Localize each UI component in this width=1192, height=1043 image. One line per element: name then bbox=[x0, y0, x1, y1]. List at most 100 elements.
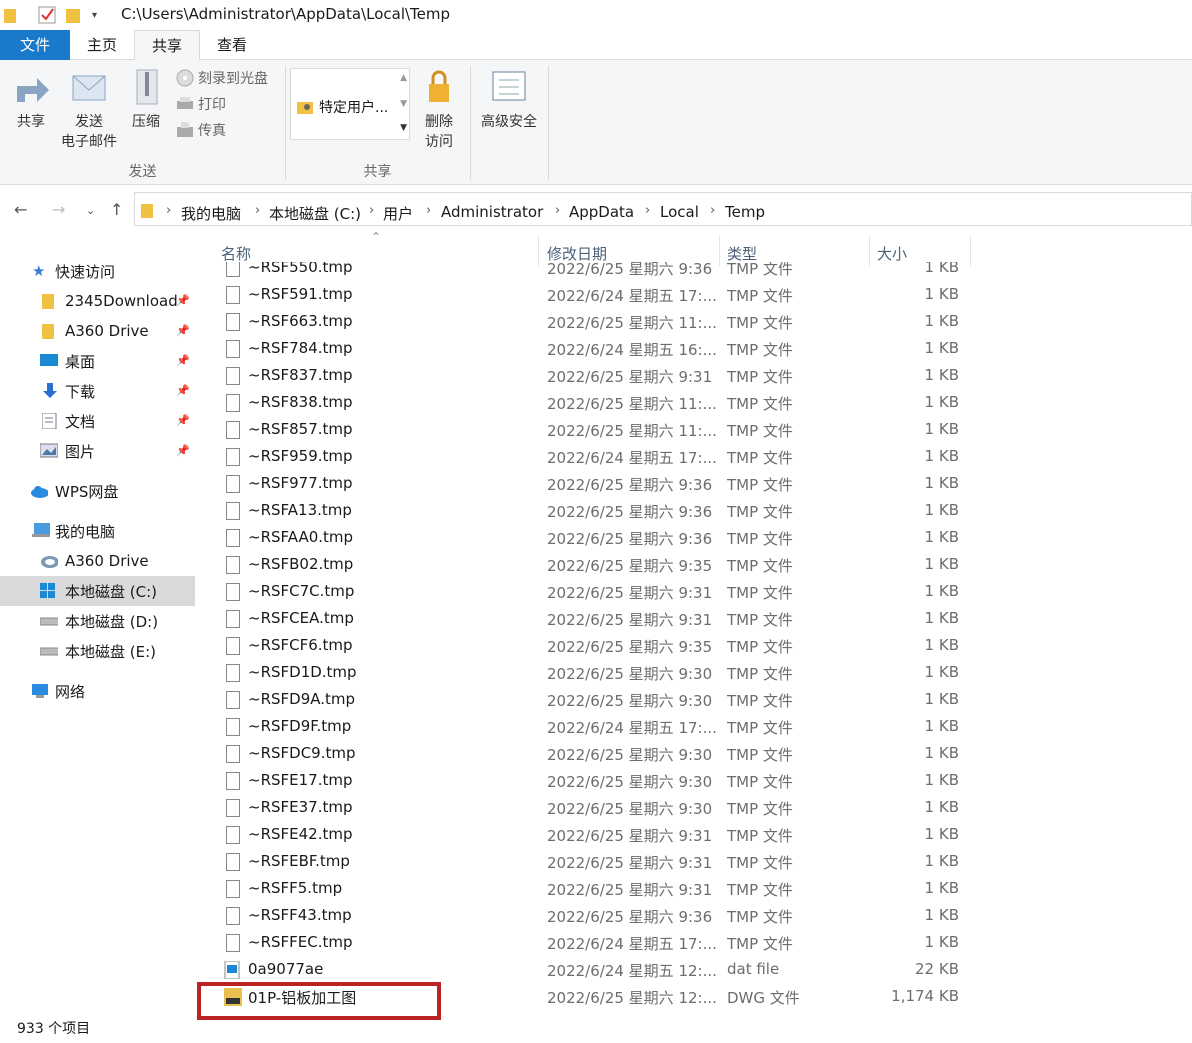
breadcrumb-temp[interactable]: Temp bbox=[725, 203, 765, 221]
recent-locations-icon[interactable]: ⌄ bbox=[86, 204, 95, 217]
file-size: 22 KB bbox=[915, 960, 959, 978]
file-row[interactable]: ~RSF857.tmp 2022/6/25 星期六 11:... TMP 文件 1 K… bbox=[214, 417, 974, 444]
column-type[interactable]: 类型 bbox=[727, 243, 757, 264]
file-row[interactable]: ~RSF838.tmp 2022/6/25 星期六 11:... TMP 文件 1 K… bbox=[214, 390, 974, 417]
file-row[interactable]: ~RSFAA0.tmp 2022/6/25 星期六 9:36 TMP 文件 1 KB bbox=[214, 525, 974, 552]
file-row[interactable]: ~RSFA13.tmp 2022/6/25 星期六 9:36 TMP 文件 1 KB bbox=[214, 498, 974, 525]
file-name: 01P-铝板加工图 bbox=[248, 989, 357, 1007]
column-date[interactable]: 修改日期 bbox=[547, 243, 607, 264]
customize-qat-icon[interactable]: ▾ bbox=[92, 6, 97, 24]
nav-wps-cloud[interactable]: WPS网盘 bbox=[0, 476, 195, 506]
breadcrumb-this-pc[interactable]: 我的电脑 bbox=[181, 203, 241, 224]
nav-drive-d[interactable]: 本地磁盘 (D:) bbox=[0, 606, 195, 636]
file-row[interactable]: ~RSFD9F.tmp 2022/6/24 星期五 17:... TMP 文件 1 K… bbox=[214, 714, 974, 741]
expand-list-icon[interactable]: ▼ bbox=[400, 123, 407, 133]
breadcrumb-local[interactable]: Local bbox=[660, 203, 699, 221]
file-row[interactable]: ~RSFB02.tmp 2022/6/25 星期六 9:35 TMP 文件 1 KB bbox=[214, 552, 974, 579]
zip-button[interactable]: 压缩 bbox=[124, 68, 168, 132]
file-row[interactable]: ~RSFF5.tmp 2022/6/25 星期六 9:31 TMP 文件 1 KB bbox=[214, 876, 974, 903]
tab-file[interactable]: 文件 bbox=[0, 30, 70, 60]
file-row[interactable]: ~RSFDC9.tmp 2022/6/25 星期六 9:30 TMP 文件 1 KB bbox=[214, 741, 974, 768]
tmp-file-icon bbox=[226, 934, 240, 952]
nav-item-desktop[interactable]: 桌面 📌 bbox=[0, 346, 195, 376]
fax-button[interactable]: 传真 bbox=[176, 120, 226, 140]
file-row[interactable]: ~RSFFEC.tmp 2022/6/24 星期五 17:... TMP 文件 1 K… bbox=[214, 930, 974, 957]
cloud-icon bbox=[31, 486, 48, 498]
up-arrow-icon[interactable]: ↑ bbox=[110, 200, 123, 219]
file-row[interactable]: ~RSFE42.tmp 2022/6/25 星期六 9:31 TMP 文件 1 KB bbox=[214, 822, 974, 849]
file-row[interactable]: 0a9077ae 2022/6/24 星期五 12:... dat file 22 K… bbox=[214, 957, 974, 984]
tmp-file-icon bbox=[226, 475, 240, 493]
file-date: 2022/6/24 星期五 17:... bbox=[547, 719, 717, 737]
share-button[interactable]: 共享 bbox=[6, 68, 56, 132]
file-row[interactable]: ~RSF837.tmp 2022/6/25 星期六 9:31 TMP 文件 1 KB bbox=[214, 363, 974, 390]
file-row[interactable]: ~RSFE37.tmp 2022/6/25 星期六 9:30 TMP 文件 1 KB bbox=[214, 795, 974, 822]
file-row[interactable]: 01P-铝板加工图 2022/6/25 星期六 12:... DWG 文件 1,174… bbox=[214, 984, 974, 1011]
share-with-list[interactable]: 特定用户... ▲ ▼ ▼ bbox=[290, 68, 410, 140]
nav-item-2345download[interactable]: 2345Download 📌 bbox=[0, 286, 195, 316]
pin-icon[interactable]: 📌 bbox=[176, 444, 190, 457]
tab-view[interactable]: 查看 bbox=[200, 30, 264, 60]
file-size: 1 KB bbox=[924, 582, 959, 600]
pin-icon[interactable]: 📌 bbox=[176, 414, 190, 427]
remove-label-1: 删除 bbox=[425, 114, 453, 130]
file-row[interactable]: ~RSF784.tmp 2022/6/24 星期五 16:... TMP 文件 1 K… bbox=[214, 336, 974, 363]
file-row[interactable]: ~RSFF43.tmp 2022/6/25 星期六 9:36 TMP 文件 1 KB bbox=[214, 903, 974, 930]
tab-share[interactable]: 共享 bbox=[134, 30, 200, 61]
nav-this-pc[interactable]: 我的电脑 bbox=[0, 516, 195, 546]
nav-quick-access[interactable]: ★ 快速访问 bbox=[0, 256, 195, 286]
folder-icon bbox=[141, 204, 153, 218]
file-row[interactable]: ~RSFD9A.tmp 2022/6/25 星期六 9:30 TMP 文件 1 KB bbox=[214, 687, 974, 714]
file-row[interactable]: ~RSF550.tmp 2022/6/25 星期六 9:36 TMP 文件 1 KB bbox=[214, 262, 974, 282]
email-label-1: 发送 bbox=[75, 114, 103, 130]
email-button[interactable]: 发送 电子邮件 bbox=[58, 68, 120, 152]
file-row[interactable]: ~RSF977.tmp 2022/6/25 星期六 9:36 TMP 文件 1 KB bbox=[214, 471, 974, 498]
address-box[interactable]: › 我的电脑 › 本地磁盘 (C:) › 用户 › Administrator … bbox=[134, 192, 1192, 226]
column-size[interactable]: 大小 bbox=[877, 243, 907, 264]
scroll-up-icon[interactable]: ▲ bbox=[400, 73, 407, 83]
file-row[interactable]: ~RSFE17.tmp 2022/6/25 星期六 9:30 TMP 文件 1 KB bbox=[214, 768, 974, 795]
tmp-file-icon bbox=[226, 637, 240, 655]
tab-home[interactable]: 主页 bbox=[70, 30, 134, 60]
scroll-down-icon[interactable]: ▼ bbox=[400, 99, 407, 109]
new-folder-icon[interactable] bbox=[66, 6, 80, 24]
nav-drive-c[interactable]: 本地磁盘 (C:) bbox=[0, 576, 195, 606]
remove-access-button[interactable]: 删除 访问 bbox=[416, 68, 462, 152]
file-row[interactable]: ~RSF959.tmp 2022/6/24 星期五 17:... TMP 文件 1 K… bbox=[214, 444, 974, 471]
file-row[interactable]: ~RSFD1D.tmp 2022/6/25 星期六 9:30 TMP 文件 1 KB bbox=[214, 660, 974, 687]
pin-icon[interactable]: 📌 bbox=[176, 384, 190, 397]
file-date: 2022/6/25 星期六 9:30 bbox=[547, 746, 713, 764]
chevron-right-icon: › bbox=[555, 203, 561, 218]
file-row[interactable]: ~RSF663.tmp 2022/6/25 星期六 11:... TMP 文件 1 K… bbox=[214, 309, 974, 336]
nav-pc-a360-drive[interactable]: A360 Drive bbox=[0, 546, 195, 576]
pin-icon[interactable]: 📌 bbox=[176, 324, 190, 337]
advanced-security-button[interactable]: 高级安全 bbox=[476, 68, 542, 132]
file-row[interactable]: ~RSFC7C.tmp 2022/6/25 星期六 9:31 TMP 文件 1 KB bbox=[214, 579, 974, 606]
nav-item-downloads[interactable]: 下载 📌 bbox=[0, 376, 195, 406]
breadcrumb-administrator[interactable]: Administrator bbox=[441, 203, 543, 221]
print-button[interactable]: 打印 bbox=[176, 94, 226, 114]
breadcrumb-users[interactable]: 用户 bbox=[383, 203, 413, 224]
printer-icon bbox=[177, 97, 193, 109]
burn-button[interactable]: 刻录到光盘 bbox=[176, 68, 268, 88]
nav-drive-e[interactable]: 本地磁盘 (E:) bbox=[0, 636, 195, 666]
file-row[interactable]: ~RSF591.tmp 2022/6/24 星期五 17:... TMP 文件 1 K… bbox=[214, 282, 974, 309]
breadcrumb-drive-c[interactable]: 本地磁盘 (C:) bbox=[269, 203, 361, 224]
file-row[interactable]: ~RSFEBF.tmp 2022/6/25 星期六 9:31 TMP 文件 1 KB bbox=[214, 849, 974, 876]
back-arrow-icon[interactable]: ← bbox=[14, 200, 27, 219]
nav-item-pictures[interactable]: 图片 📌 bbox=[0, 436, 195, 466]
file-date: 2022/6/25 星期六 11:... bbox=[547, 422, 717, 440]
nav-item-documents[interactable]: 文档 📌 bbox=[0, 406, 195, 436]
nav-item-a360-drive[interactable]: A360 Drive 📌 bbox=[0, 316, 195, 346]
file-size: 1 KB bbox=[924, 366, 959, 384]
file-row[interactable]: ~RSFCEA.tmp 2022/6/25 星期六 9:31 TMP 文件 1 KB bbox=[214, 606, 974, 633]
nav-network[interactable]: 网络 bbox=[0, 676, 195, 706]
column-name[interactable]: 名称 bbox=[221, 243, 251, 264]
pin-icon[interactable]: 📌 bbox=[176, 294, 190, 307]
properties-icon[interactable] bbox=[38, 6, 56, 24]
pin-icon[interactable]: 📌 bbox=[176, 354, 190, 367]
forward-arrow-icon[interactable]: → bbox=[52, 200, 65, 219]
breadcrumb-appdata[interactable]: AppData bbox=[569, 203, 634, 221]
file-row[interactable]: ~RSFCF6.tmp 2022/6/25 星期六 9:35 TMP 文件 1 KB bbox=[214, 633, 974, 660]
file-type: dat file bbox=[727, 960, 780, 978]
